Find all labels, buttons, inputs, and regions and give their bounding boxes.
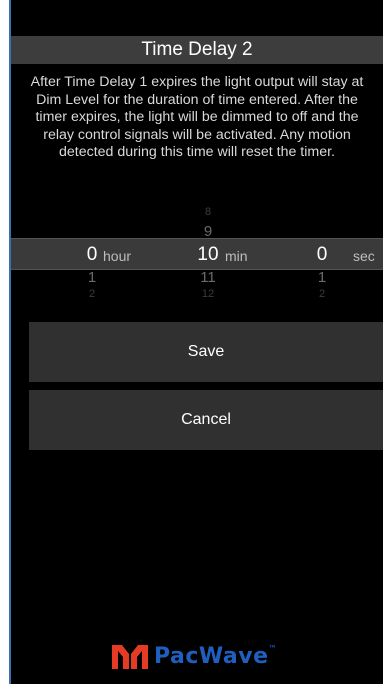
second-wheel[interactable]: 0 sec 1 2 bbox=[307, 200, 383, 308]
second-next2-value[interactable]: 2 bbox=[307, 288, 337, 300]
second-unit-label: sec bbox=[353, 248, 375, 264]
description-text: After Time Delay 1 expires the light out… bbox=[30, 74, 364, 160]
minute-prev2-value[interactable]: 8 bbox=[193, 206, 223, 218]
save-button[interactable]: Save bbox=[29, 322, 383, 382]
page-title: Time Delay 2 bbox=[11, 36, 383, 64]
pacwave-logo-icon bbox=[112, 645, 148, 669]
second-selected-value[interactable]: 0 bbox=[307, 244, 337, 266]
pacwave-logo-text: PacWave™ bbox=[154, 644, 278, 669]
minute-selected-value[interactable]: 10 bbox=[193, 244, 223, 266]
cancel-button[interactable]: Cancel bbox=[29, 390, 383, 450]
hour-next2-value[interactable]: 2 bbox=[77, 288, 107, 300]
second-next-value[interactable]: 1 bbox=[307, 269, 337, 286]
pacwave-logo: PacWave™ bbox=[110, 640, 310, 672]
minute-next2-value[interactable]: 12 bbox=[193, 288, 223, 300]
app-screen: Time Delay 2 After Time Delay 1 expires … bbox=[9, 0, 383, 684]
hour-next-value[interactable]: 1 bbox=[77, 269, 107, 286]
hour-unit-label: hour bbox=[103, 248, 132, 264]
time-picker[interactable]: 0 hour 1 2 8 9 10 min 11 12 0 sec 1 2 bbox=[11, 200, 383, 308]
minute-next-value[interactable]: 11 bbox=[193, 269, 223, 286]
hour-wheel[interactable]: 0 hour 1 2 bbox=[75, 200, 175, 308]
minute-wheel[interactable]: 8 9 10 min 11 12 bbox=[191, 200, 291, 308]
minute-unit-label: min bbox=[225, 248, 248, 264]
minute-prev-value[interactable]: 9 bbox=[193, 223, 223, 240]
